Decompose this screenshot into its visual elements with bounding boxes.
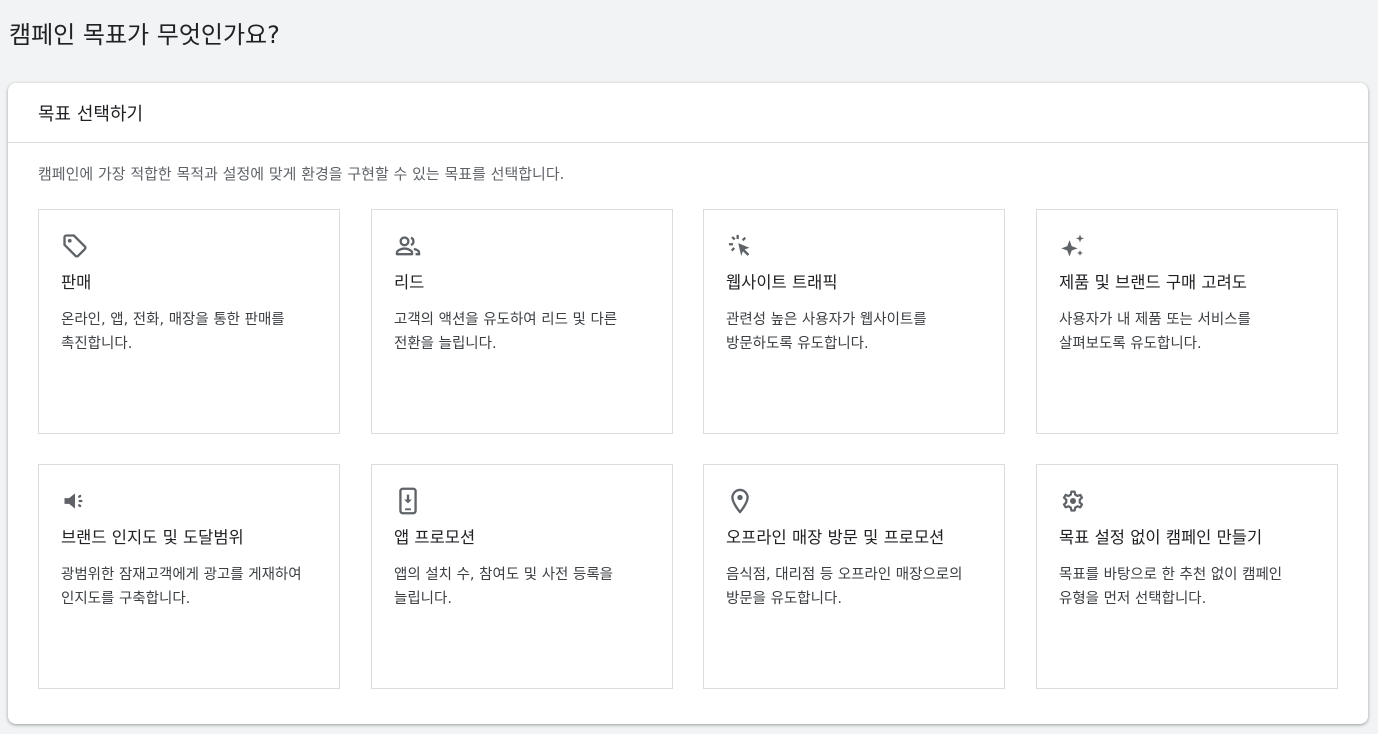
goal-card-title: 브랜드 인지도 및 도달범위 [61,528,244,547]
gear-icon [1059,487,1087,515]
goal-selection-panel: 목표 선택하기 캠페인에 가장 적합한 목적과 설정에 맞게 환경을 구현할 수… [8,83,1368,724]
goal-card-description: 앱의 설치 수, 참여도 및 사전 등록을 늘립니다. [394,567,614,607]
location-pin-icon [726,487,754,515]
goal-card-description: 온라인, 앱, 전화, 매장을 통한 판매를 촉진합니다. [61,312,285,352]
goal-card-product-brand-consideration[interactable]: 제품 및 브랜드 구매 고려도 사용자가 내 제품 또는 서비스를 살펴보도록 … [1036,209,1338,434]
goal-card-description: 관련성 높은 사용자가 웹사이트를 방문하도록 유도합니다. [726,312,927,352]
goal-card-title: 리드 [394,273,425,292]
page-title: 캠페인 목표가 무엇인가요? [9,21,280,49]
people-icon [394,232,422,260]
mobile-download-icon [394,487,422,515]
cursor-click-icon [726,232,754,260]
sparkle-icon [1059,232,1087,260]
panel-description: 캠페인에 가장 적합한 목적과 설정에 맞게 환경을 구현할 수 있는 목표를 … [38,165,565,183]
goal-card-title: 판매 [61,273,92,292]
goal-card-description: 광범위한 잠재고객에게 광고를 게재하여 인지도를 구축합니다. [61,567,302,607]
goal-card-title: 제품 및 브랜드 구매 고려도 [1059,273,1247,292]
goal-card-no-goal[interactable]: 목표 설정 없이 캠페인 만들기 목표를 바탕으로 한 추천 없이 캠페인 유형… [1036,464,1338,689]
goal-card-description: 목표를 바탕으로 한 추천 없이 캠페인 유형을 먼저 선택합니다. [1059,567,1283,607]
goal-card-sales[interactable]: 판매 온라인, 앱, 전화, 매장을 통한 판매를 촉진합니다. [38,209,340,434]
goal-card-description: 음식점, 대리점 등 오프라인 매장으로의 방문을 유도합니다. [726,567,963,607]
megaphone-icon [61,487,89,515]
goal-card-website-traffic[interactable]: 웹사이트 트래픽 관련성 높은 사용자가 웹사이트를 방문하도록 유도합니다. [703,209,1005,434]
goal-card-leads[interactable]: 리드 고객의 액션을 유도하여 리드 및 다른 전환을 늘립니다. [371,209,673,434]
tag-icon [61,232,89,260]
goal-card-title: 웹사이트 트래픽 [726,273,838,292]
panel-header-title: 목표 선택하기 [38,103,144,125]
goal-card-brand-awareness-reach[interactable]: 브랜드 인지도 및 도달범위 광범위한 잠재고객에게 광고를 게재하여 인지도를… [38,464,340,689]
goal-card-title: 앱 프로모션 [394,528,476,547]
goal-card-store-visits-promotions[interactable]: 오프라인 매장 방문 및 프로모션 음식점, 대리점 등 오프라인 매장으로의 … [703,464,1005,689]
goal-card-description: 사용자가 내 제품 또는 서비스를 살펴보도록 유도합니다. [1059,312,1251,352]
goal-card-title: 오프라인 매장 방문 및 프로모션 [726,528,945,547]
goal-card-title: 목표 설정 없이 캠페인 만들기 [1059,528,1263,547]
goal-card-app-promotion[interactable]: 앱 프로모션 앱의 설치 수, 참여도 및 사전 등록을 늘립니다. [371,464,673,689]
panel-header: 목표 선택하기 [8,83,1368,143]
goal-card-description: 고객의 액션을 유도하여 리드 및 다른 전환을 늘립니다. [394,312,618,352]
